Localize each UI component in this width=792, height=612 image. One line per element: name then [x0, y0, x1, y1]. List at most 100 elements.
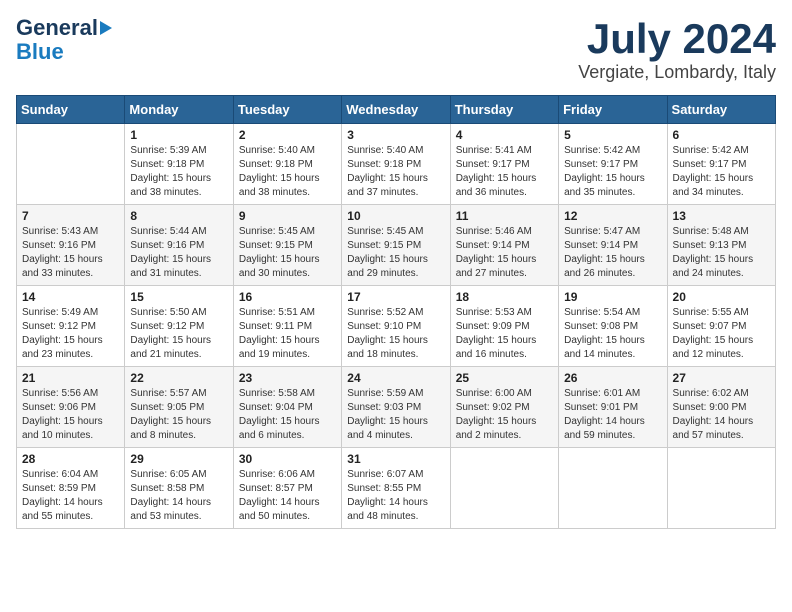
table-row: 26 Sunrise: 6:01 AMSunset: 9:01 PMDayligh… [559, 367, 667, 448]
table-row: 8 Sunrise: 5:44 AMSunset: 9:16 PMDaylight… [125, 205, 233, 286]
day-info: Sunrise: 6:02 AMSunset: 9:00 PMDaylight:… [673, 387, 770, 443]
day-info: Sunrise: 5:44 AMSunset: 9:16 PMDaylight:… [130, 225, 227, 281]
table-row [450, 448, 558, 529]
table-row: 31Sunrise: 6:07 AMSunset: 8:55 PMDayligh… [342, 448, 450, 529]
day-number: 8 [130, 209, 227, 223]
day-info: Sunrise: 5:41 AMSunset: 9:17 PMDaylight:… [456, 144, 553, 200]
day-number: 16 [239, 290, 336, 304]
day-info: Sunrise: 5:58 AMSunset: 9:04 PMDaylight:… [239, 387, 336, 443]
day-info: Sunrise: 6:06 AMSunset: 8:57 PMDaylight:… [239, 468, 336, 524]
day-number: 27 [673, 371, 770, 385]
day-number: 21 [22, 371, 119, 385]
header-sunday: Sunday [17, 96, 125, 124]
day-number: 3 [347, 128, 444, 142]
calendar-week-row: 28Sunrise: 6:04 AMSunset: 8:59 PMDayligh… [17, 448, 776, 529]
table-row: 24 Sunrise: 5:59 AMSunset: 9:03 PMDayligh… [342, 367, 450, 448]
table-row: 3Sunrise: 5:40 AMSunset: 9:18 PMDaylight… [342, 124, 450, 205]
table-row: 21 Sunrise: 5:56 AMSunset: 9:06 PMDayligh… [17, 367, 125, 448]
day-number: 7 [22, 209, 119, 223]
day-info: Sunrise: 5:54 AMSunset: 9:08 PMDaylight:… [564, 306, 661, 362]
day-info: Sunrise: 5:49 AMSunset: 9:12 PMDaylight:… [22, 306, 119, 362]
table-row: 11Sunrise: 5:46 AMSunset: 9:14 PMDayligh… [450, 205, 558, 286]
page-header: General Blue July 2024 Vergiate, Lombard… [16, 16, 776, 83]
header-saturday: Saturday [667, 96, 775, 124]
table-row: 23 Sunrise: 5:58 AMSunset: 9:04 PMDayligh… [233, 367, 341, 448]
table-row [559, 448, 667, 529]
day-number: 17 [347, 290, 444, 304]
table-row: 10 Sunrise: 5:45 AMSunset: 9:15 PMDayligh… [342, 205, 450, 286]
day-info: Sunrise: 5:45 AMSunset: 9:15 PMDaylight:… [239, 225, 336, 281]
day-number: 24 [347, 371, 444, 385]
table-row: 28Sunrise: 6:04 AMSunset: 8:59 PMDayligh… [17, 448, 125, 529]
header-wednesday: Wednesday [342, 96, 450, 124]
day-number: 29 [130, 452, 227, 466]
day-info: Sunrise: 5:53 AMSunset: 9:09 PMDaylight:… [456, 306, 553, 362]
table-row: 4 Sunrise: 5:41 AMSunset: 9:17 PMDaylight… [450, 124, 558, 205]
day-number: 25 [456, 371, 553, 385]
day-number: 13 [673, 209, 770, 223]
day-number: 28 [22, 452, 119, 466]
day-number: 23 [239, 371, 336, 385]
calendar-table: Sunday Monday Tuesday Wednesday Thursday… [16, 95, 776, 529]
header-monday: Monday [125, 96, 233, 124]
header-thursday: Thursday [450, 96, 558, 124]
table-row: 20 Sunrise: 5:55 AMSunset: 9:07 PMDayligh… [667, 286, 775, 367]
day-info: Sunrise: 6:05 AMSunset: 8:58 PMDaylight:… [130, 468, 227, 524]
day-number: 14 [22, 290, 119, 304]
table-row: 2 Sunrise: 5:40 AMSunset: 9:18 PMDaylight… [233, 124, 341, 205]
day-info: Sunrise: 5:57 AMSunset: 9:05 PMDaylight:… [130, 387, 227, 443]
table-row [17, 124, 125, 205]
month-year: July 2024 [578, 16, 776, 62]
day-info: Sunrise: 5:45 AMSunset: 9:15 PMDaylight:… [347, 225, 444, 281]
day-number: 30 [239, 452, 336, 466]
logo-general: General [16, 16, 98, 40]
logo-blue: Blue [16, 40, 64, 64]
day-number: 4 [456, 128, 553, 142]
table-row: 17Sunrise: 5:52 AMSunset: 9:10 PMDayligh… [342, 286, 450, 367]
table-row: 27 Sunrise: 6:02 AMSunset: 9:00 PMDayligh… [667, 367, 775, 448]
day-number: 31 [347, 452, 444, 466]
day-number: 6 [673, 128, 770, 142]
title-area: July 2024 Vergiate, Lombardy, Italy [578, 16, 776, 83]
day-info: Sunrise: 6:01 AMSunset: 9:01 PMDaylight:… [564, 387, 661, 443]
day-info: Sunrise: 5:56 AMSunset: 9:06 PMDaylight:… [22, 387, 119, 443]
header-friday: Friday [559, 96, 667, 124]
day-number: 10 [347, 209, 444, 223]
day-info: Sunrise: 5:51 AMSunset: 9:11 PMDaylight:… [239, 306, 336, 362]
table-row: 19Sunrise: 5:54 AMSunset: 9:08 PMDayligh… [559, 286, 667, 367]
day-number: 11 [456, 209, 553, 223]
table-row: 12Sunrise: 5:47 AMSunset: 9:14 PMDayligh… [559, 205, 667, 286]
day-info: Sunrise: 5:39 AMSunset: 9:18 PMDaylight:… [130, 144, 227, 200]
day-number: 2 [239, 128, 336, 142]
day-info: Sunrise: 5:59 AMSunset: 9:03 PMDaylight:… [347, 387, 444, 443]
day-number: 22 [130, 371, 227, 385]
table-row: 6Sunrise: 5:42 AMSunset: 9:17 PMDaylight… [667, 124, 775, 205]
table-row: 22 Sunrise: 5:57 AMSunset: 9:05 PMDayligh… [125, 367, 233, 448]
day-info: Sunrise: 5:47 AMSunset: 9:14 PMDaylight:… [564, 225, 661, 281]
day-info: Sunrise: 5:40 AMSunset: 9:18 PMDaylight:… [239, 144, 336, 200]
calendar-week-row: 14 Sunrise: 5:49 AMSunset: 9:12 PMDayligh… [17, 286, 776, 367]
day-number: 26 [564, 371, 661, 385]
logo: General Blue [16, 16, 112, 64]
day-info: Sunrise: 5:42 AMSunset: 9:17 PMDaylight:… [564, 144, 661, 200]
day-number: 15 [130, 290, 227, 304]
logo-arrow-icon [100, 21, 112, 35]
day-number: 1 [130, 128, 227, 142]
table-row: 14 Sunrise: 5:49 AMSunset: 9:12 PMDayligh… [17, 286, 125, 367]
day-info: Sunrise: 5:43 AMSunset: 9:16 PMDaylight:… [22, 225, 119, 281]
table-row: 30 Sunrise: 6:06 AMSunset: 8:57 PMDayligh… [233, 448, 341, 529]
table-row: 25 Sunrise: 6:00 AMSunset: 9:02 PMDayligh… [450, 367, 558, 448]
table-row: 7 Sunrise: 5:43 AMSunset: 9:16 PMDaylight… [17, 205, 125, 286]
calendar-week-row: 7 Sunrise: 5:43 AMSunset: 9:16 PMDaylight… [17, 205, 776, 286]
day-number: 5 [564, 128, 661, 142]
day-number: 9 [239, 209, 336, 223]
table-row: 16 Sunrise: 5:51 AMSunset: 9:11 PMDayligh… [233, 286, 341, 367]
day-info: Sunrise: 6:00 AMSunset: 9:02 PMDaylight:… [456, 387, 553, 443]
table-row: 18Sunrise: 5:53 AMSunset: 9:09 PMDayligh… [450, 286, 558, 367]
location: Vergiate, Lombardy, Italy [578, 62, 776, 83]
calendar-week-row: 21 Sunrise: 5:56 AMSunset: 9:06 PMDayligh… [17, 367, 776, 448]
table-row: 29 Sunrise: 6:05 AMSunset: 8:58 PMDayligh… [125, 448, 233, 529]
day-number: 20 [673, 290, 770, 304]
table-row: 13Sunrise: 5:48 AMSunset: 9:13 PMDayligh… [667, 205, 775, 286]
day-info: Sunrise: 5:55 AMSunset: 9:07 PMDaylight:… [673, 306, 770, 362]
